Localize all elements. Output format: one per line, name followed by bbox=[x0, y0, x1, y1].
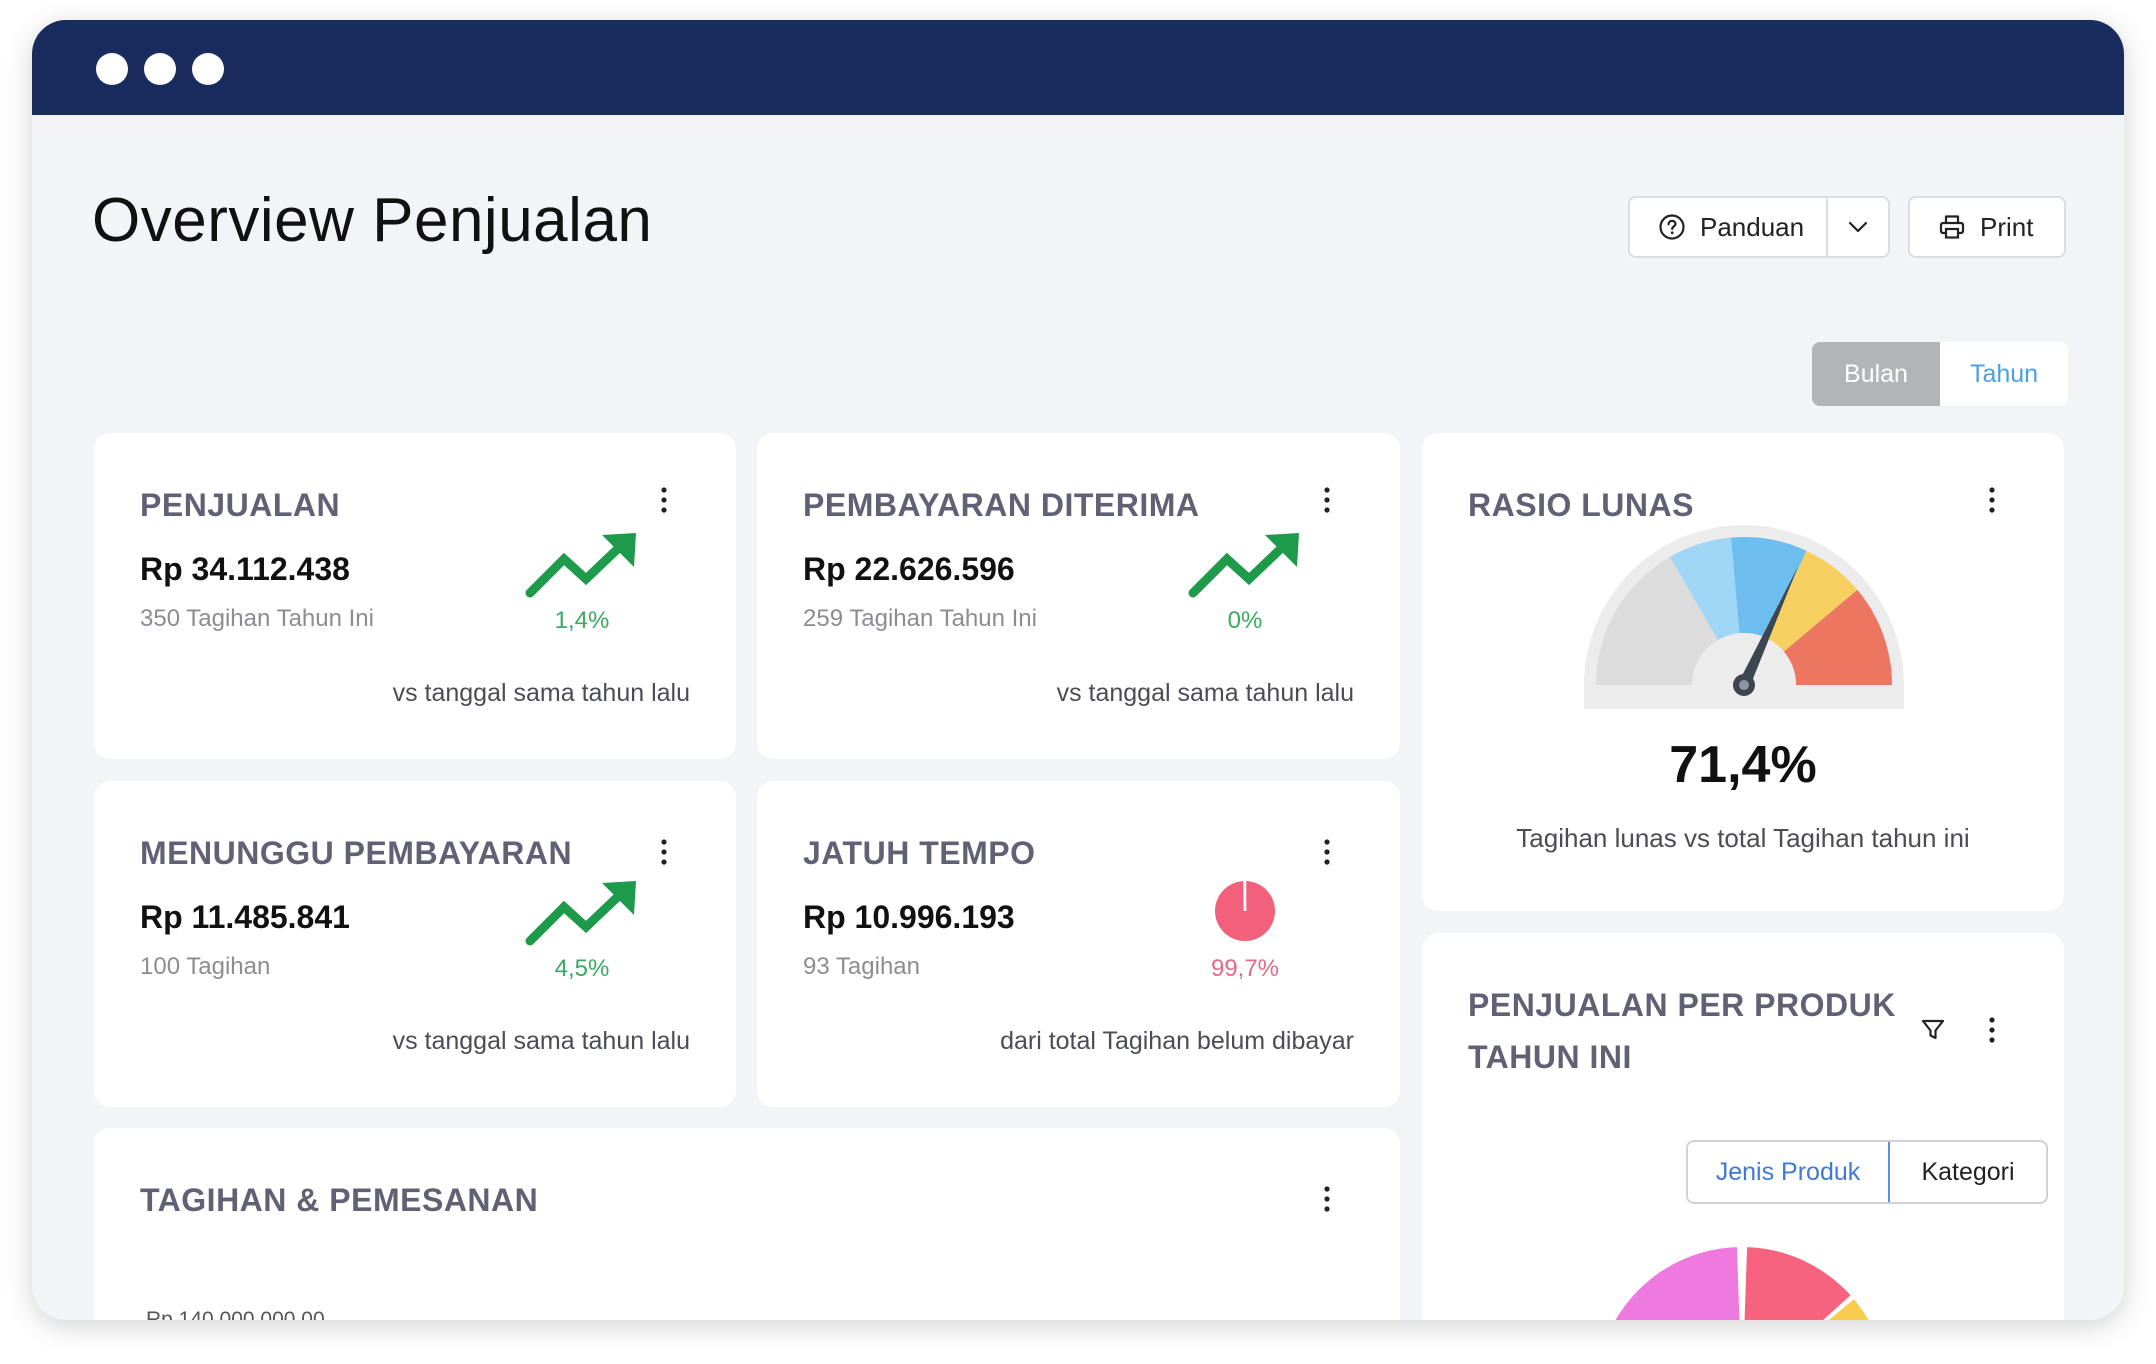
card-note: vs tanggal sama tahun lalu bbox=[392, 1027, 690, 1055]
chart-axis-label: Rp 140.000.000,00 bbox=[146, 1308, 325, 1320]
tab-kategori[interactable]: Kategori bbox=[1890, 1142, 2046, 1202]
card-subtext: 259 Tagihan Tahun Ini bbox=[803, 605, 1037, 632]
card-jatuh-tempo: JATUH TEMPO Rp 10.996.193 93 Tagihan 99,… bbox=[757, 781, 1400, 1107]
card-pembayaran-diterima: PEMBAYARAN DITERIMA Rp 22.626.596 259 Ta… bbox=[757, 433, 1400, 759]
kebab-menu-icon[interactable] bbox=[1317, 1184, 1337, 1214]
card-title: PENJUALAN bbox=[140, 487, 341, 523]
card-rasio-lunas: RASIO LUNAS 71,4% Tagihan lunas vs total… bbox=[1422, 433, 2064, 911]
card-subtext: 350 Tagihan Tahun Ini bbox=[140, 605, 374, 632]
kebab-menu-icon[interactable] bbox=[654, 485, 674, 515]
product-donut-chart bbox=[1615, 1247, 1869, 1320]
printer-icon bbox=[1939, 215, 1965, 239]
window-maximize-button[interactable] bbox=[192, 53, 224, 85]
trend-up-icon bbox=[525, 881, 636, 946]
card-penjualan: PENJUALAN Rp 34.112.438 350 Tagihan Tahu… bbox=[94, 433, 736, 759]
card-note: vs tanggal sama tahun lalu bbox=[392, 679, 690, 707]
kebab-menu-icon[interactable] bbox=[1982, 485, 2002, 515]
product-view-tabs: Jenis Produk Kategori bbox=[1686, 1140, 2048, 1204]
card-note: vs tanggal sama tahun lalu bbox=[1056, 679, 1354, 707]
card-title-line2: TAHUN INI bbox=[1468, 1039, 1632, 1075]
card-penjualan-per-produk: PENJUALAN PER PRODUK TAHUN INI bbox=[1422, 933, 2064, 1320]
card-change-percent: 4,5% bbox=[554, 955, 610, 982]
app-window: Overview Penjualan Panduan Print Bulan T… bbox=[32, 20, 2124, 1320]
guide-button-label: Panduan bbox=[1700, 211, 1805, 242]
help-circle-icon bbox=[1659, 214, 1685, 240]
card-note: dari total Tagihan belum dibayar bbox=[1000, 1027, 1354, 1055]
card-amount: Rp 10.996.193 bbox=[803, 899, 1015, 935]
print-button[interactable]: Print bbox=[1908, 196, 2066, 258]
card-subtext: 93 Tagihan bbox=[803, 953, 920, 980]
card-title: JATUH TEMPO bbox=[803, 835, 1036, 871]
window-titlebar bbox=[32, 20, 2124, 115]
trend-up-icon bbox=[1188, 533, 1299, 598]
card-title: TAGIHAN & PEMESANAN bbox=[140, 1182, 539, 1218]
donut-segment-2 bbox=[1744, 1247, 1851, 1320]
card-change-percent: 99,7% bbox=[1210, 955, 1280, 982]
card-amount: Rp 11.485.841 bbox=[140, 899, 350, 935]
card-amount: Rp 34.112.438 bbox=[140, 551, 350, 587]
overdue-pie-icon bbox=[1215, 880, 1275, 941]
card-change-percent: 0% bbox=[1227, 607, 1263, 634]
period-option-tahun[interactable]: Tahun bbox=[1940, 342, 2068, 406]
kebab-menu-icon[interactable] bbox=[1317, 485, 1337, 515]
guide-button[interactable]: Panduan bbox=[1630, 198, 1826, 256]
card-tagihan-pemesanan: TAGIHAN & PEMESANAN Rp 140.000.000,00 bbox=[94, 1128, 1400, 1320]
card-title: RASIO LUNAS bbox=[1468, 487, 1694, 523]
gauge-value: 71,4% bbox=[1669, 736, 1817, 794]
card-amount: Rp 22.626.596 bbox=[803, 551, 1015, 587]
window-minimize-button[interactable] bbox=[144, 53, 176, 85]
trend-up-icon bbox=[525, 533, 636, 598]
donut-segment-1 bbox=[1615, 1247, 1740, 1320]
card-change-percent: 1,4% bbox=[554, 607, 610, 634]
card-menunggu-pembayaran: MENUNGGU PEMBAYARAN Rp 11.485.841 100 Ta… bbox=[94, 781, 736, 1107]
filter-icon[interactable] bbox=[1920, 1017, 1946, 1043]
tab-jenis-produk[interactable]: Jenis Produk bbox=[1688, 1142, 1890, 1202]
card-title: MENUNGGU PEMBAYARAN bbox=[140, 835, 573, 871]
guide-split-button: Panduan bbox=[1628, 196, 1890, 258]
chevron-down-icon bbox=[1848, 221, 1868, 233]
guide-dropdown-button[interactable] bbox=[1826, 198, 1888, 256]
rasio-lunas-gauge bbox=[1584, 525, 1904, 709]
kebab-menu-icon[interactable] bbox=[1982, 1015, 2002, 1045]
overdue-pie-divider bbox=[1243, 880, 1247, 912]
gauge-caption: Tagihan lunas vs total Tagihan tahun ini bbox=[1516, 823, 1970, 853]
page-title: Overview Penjualan bbox=[92, 186, 653, 255]
window-close-button[interactable] bbox=[96, 53, 128, 85]
print-button-label: Print bbox=[1980, 211, 2034, 242]
card-title: PEMBAYARAN DITERIMA bbox=[803, 487, 1200, 523]
kebab-menu-icon[interactable] bbox=[654, 837, 674, 867]
card-title-line1: PENJUALAN PER PRODUK bbox=[1468, 987, 1896, 1023]
card-subtext: 100 Tagihan bbox=[140, 953, 271, 980]
period-toggle: Bulan Tahun bbox=[1812, 342, 2068, 406]
gauge-needle-hub-center bbox=[1739, 680, 1749, 690]
period-option-bulan[interactable]: Bulan bbox=[1812, 342, 1940, 406]
kebab-menu-icon[interactable] bbox=[1317, 837, 1337, 867]
